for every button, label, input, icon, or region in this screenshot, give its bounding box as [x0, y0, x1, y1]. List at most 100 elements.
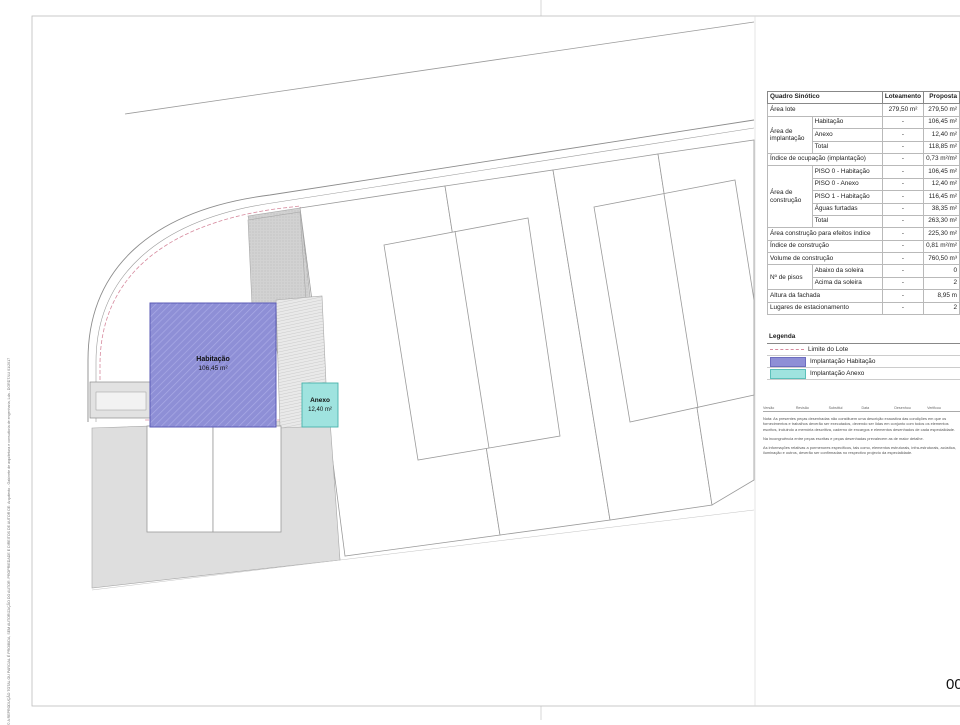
rev-col: Data — [861, 406, 870, 410]
row-group-label: Nº de pisos — [767, 264, 813, 291]
note-paragraph: Nota: As presentes peças desenhadas não … — [763, 416, 956, 432]
row-sublabel: PISO 0 - Anexo — [811, 177, 883, 192]
cell-proposta: 12,40 m² — [923, 177, 960, 192]
row-label: Área lote — [767, 103, 883, 117]
sheet-number: 00 — [946, 676, 960, 693]
cell-proposta: 116,45 m² — [923, 190, 960, 204]
row-sublabel: PISO 1 - Habitação — [811, 190, 883, 204]
cell-loteamento: - — [881, 202, 925, 216]
row-sublabel: Habitação — [811, 115, 883, 130]
table-row: Altura da fachada - 8,95 m — [767, 289, 960, 303]
cell-loteamento: - — [881, 177, 925, 192]
table-row: Área lote 279,50 m² 279,50 m² — [767, 103, 960, 117]
notes-block: Nota: As presentes peças desenhadas não … — [763, 416, 960, 460]
legend-label: Limite do Lote — [808, 346, 849, 353]
row-label: Índice de construção — [767, 239, 883, 254]
row-sublabel: Total — [811, 214, 883, 229]
table-row: Lugares de estacionamento - 2 — [767, 301, 960, 316]
row-label: Área construção para efeitos índice — [767, 227, 883, 241]
note-paragraph: As informações relativas a pormenores es… — [763, 445, 956, 456]
legend-title: Legenda — [767, 332, 960, 344]
cell-loteamento: - — [881, 152, 925, 167]
cell-loteamento: - — [881, 214, 925, 229]
cell-proposta: 760,50 m³ — [923, 252, 960, 266]
cell-loteamento: - — [881, 289, 925, 303]
lot-limit-swatch — [770, 349, 804, 350]
rev-col: Versão — [763, 406, 775, 410]
quadro-sinotico-table: Quadro Sinótico Loteamento Proposta Área… — [767, 90, 960, 316]
cell-proposta: 0 — [923, 264, 960, 278]
cell-loteamento: - — [881, 239, 925, 254]
cell-loteamento: - — [881, 115, 925, 130]
legend-label: Implantação Habitação — [810, 358, 876, 365]
cell-proposta: 2 — [923, 276, 960, 291]
cell-loteamento: - — [881, 276, 925, 291]
anexo-swatch — [770, 368, 806, 379]
cell-proposta: 118,85 m² — [923, 140, 960, 154]
cell-loteamento: - — [881, 190, 925, 204]
cell-proposta: 279,50 m² — [923, 103, 960, 117]
row-label: Volume de construção — [767, 252, 883, 266]
table-row: Volume de construção - 760,50 m³ — [767, 252, 960, 266]
row-sublabel: Anexo — [811, 128, 883, 142]
habitacao-swatch — [770, 356, 806, 367]
cell-proposta: 225,30 m² — [923, 227, 960, 241]
row-sublabel: PISO 0 - Habitação — [811, 165, 883, 179]
row-label: Índice de ocupação (implantação) — [767, 152, 883, 167]
revision-header: Versão Revisão Substitui Data Desenhou V… — [763, 406, 960, 412]
cell-proposta: 106,45 m² — [923, 115, 960, 130]
habitacao-area: 106,45 m² — [198, 365, 228, 372]
row-label: Lugares de estacionamento — [767, 301, 883, 316]
col-loteamento: Loteamento — [881, 90, 925, 105]
table-row: Índice de ocupação (implantação) - 0,73 … — [767, 152, 960, 167]
cell-loteamento: - — [881, 128, 925, 142]
legend: Legenda Limite do Lote Implantação Habit… — [767, 332, 960, 380]
quadro-title: Quadro Sinótico — [767, 90, 883, 105]
rev-col: Desenhou — [894, 406, 911, 410]
legend-item-habitacao: Implantação Habitação — [767, 356, 960, 368]
note-paragraph: Na incongruência entre peças escritas e … — [763, 435, 924, 441]
row-sublabel: Abaixo da soleira — [811, 264, 883, 278]
rev-col: Revisão — [795, 406, 809, 410]
table-row: Nº de pisos Abaixo da soleira - 0 — [767, 264, 960, 291]
row-sublabel: Total — [811, 140, 883, 154]
cell-proposta: 2 — [923, 301, 960, 316]
road-edge-upper — [124, 21, 755, 115]
table-row: Área construção para efeitos índice - 22… — [767, 227, 960, 241]
cell-proposta: 0,73 m²/m² — [923, 152, 960, 167]
cell-loteamento: - — [881, 140, 925, 154]
anexo-footprint — [301, 382, 339, 428]
cell-loteamento: - — [881, 264, 925, 278]
terrace-railing — [95, 391, 147, 411]
anexo-area: 12,40 m² — [308, 407, 332, 413]
row-group-label: Área de implantação — [767, 115, 813, 154]
cell-loteamento: 279,50 m² — [881, 103, 925, 117]
col-proposta: Proposta — [923, 90, 960, 105]
row-sublabel: Águas furtadas — [811, 202, 883, 216]
row-label: Altura da fachada — [767, 289, 883, 303]
rev-col: Verificou — [927, 406, 941, 410]
habitacao-label: Habitação — [196, 356, 229, 363]
lower-building-blocks — [146, 425, 282, 533]
cell-proposta: 38,35 m² — [923, 202, 960, 216]
table-row: Área de construção PISO 0 - Habitação - … — [767, 165, 960, 229]
cell-loteamento: - — [881, 252, 925, 266]
row-sublabel: Acima da soleira — [811, 276, 883, 291]
access-paving — [247, 211, 307, 306]
legend-item-anexo: Implantação Anexo — [767, 368, 960, 380]
legend-label: Implantação Anexo — [810, 370, 865, 377]
copyright-side-note: © A REPRODUÇÃO TOTAL OU PARCIAL É PROIBI… — [7, 357, 11, 725]
cell-loteamento: - — [881, 165, 925, 179]
cell-loteamento: - — [881, 227, 925, 241]
table-row: Área de implantação Habitação - 106,45 m… — [767, 115, 960, 154]
cell-proposta: 8,95 m — [923, 289, 960, 303]
rev-col: Substitui — [828, 406, 843, 410]
row-group-label: Área de construção — [767, 165, 813, 229]
table-row: Índice de construção - 0,81 m²/m² — [767, 239, 960, 254]
cell-proposta: 12,40 m² — [923, 128, 960, 142]
legend-item-lot-limit: Limite do Lote — [767, 344, 960, 356]
table-header-row: Quadro Sinótico Loteamento Proposta — [767, 90, 960, 105]
cell-proposta: 263,30 m² — [923, 214, 960, 229]
cell-loteamento: - — [881, 301, 925, 316]
anexo-label: Anexo — [310, 397, 330, 404]
